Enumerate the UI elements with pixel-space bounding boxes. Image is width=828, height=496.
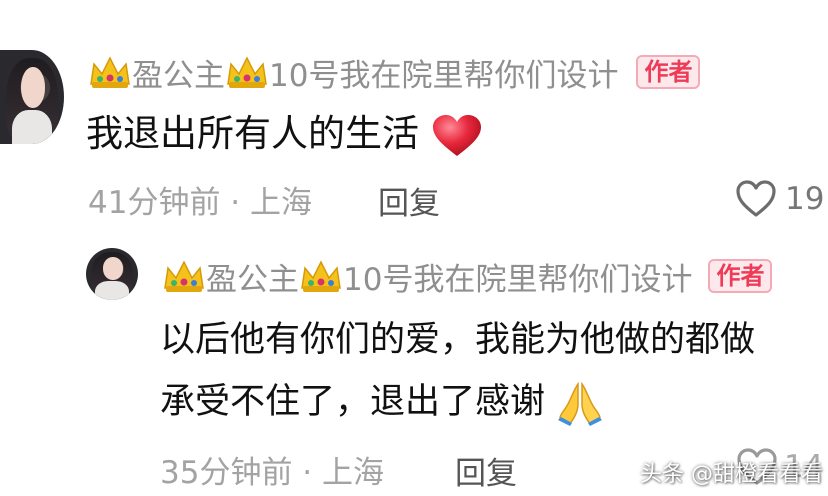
reply-button[interactable]: 回复 (378, 178, 440, 223)
timestamp-location: 41分钟前 · 上海 (88, 184, 313, 221)
username-suffix: 10号我在院里帮你们设计 (343, 261, 693, 298)
comment-meta: 41分钟前 · 上海 (88, 176, 312, 222)
watermark: 头条 @甜橙看看看 (640, 462, 823, 487)
crown-icon (225, 54, 269, 90)
username: 盈公主 (132, 57, 225, 94)
heart-emoji-icon (431, 114, 483, 158)
author-badge: 作者 (708, 259, 773, 293)
crown-icon (88, 54, 132, 90)
crown-icon (162, 258, 206, 294)
comment-text-line-2[interactable]: 承受不住了，退出了感谢 (160, 378, 604, 426)
reply-button[interactable]: 回复 (455, 448, 517, 493)
username: 盈公主 (206, 261, 299, 298)
username-line[interactable]: 盈公主 10号我在院里帮你们设计 作者 (162, 256, 773, 298)
heart-outline-icon (735, 180, 777, 218)
like-button[interactable]: 19 (735, 176, 824, 222)
crown-icon (299, 258, 343, 294)
username-line[interactable]: 盈公主 10号我在院里帮你们设计 作者 (88, 52, 701, 94)
pray-emoji-icon (556, 380, 604, 426)
comment-meta: 35分钟前 · 上海 (160, 446, 384, 492)
username-suffix: 10号我在院里帮你们设计 (269, 57, 619, 94)
avatar[interactable] (0, 50, 64, 144)
timestamp-location: 35分钟前 · 上海 (160, 454, 385, 491)
like-count: 19 (785, 181, 825, 217)
avatar[interactable] (86, 248, 138, 300)
comment-text[interactable]: 我退出所有人的生活 (86, 110, 483, 158)
comment-text-line-1[interactable]: 以后他有你们的爱，我能为他做的都做 (160, 316, 755, 364)
author-badge: 作者 (636, 55, 701, 89)
